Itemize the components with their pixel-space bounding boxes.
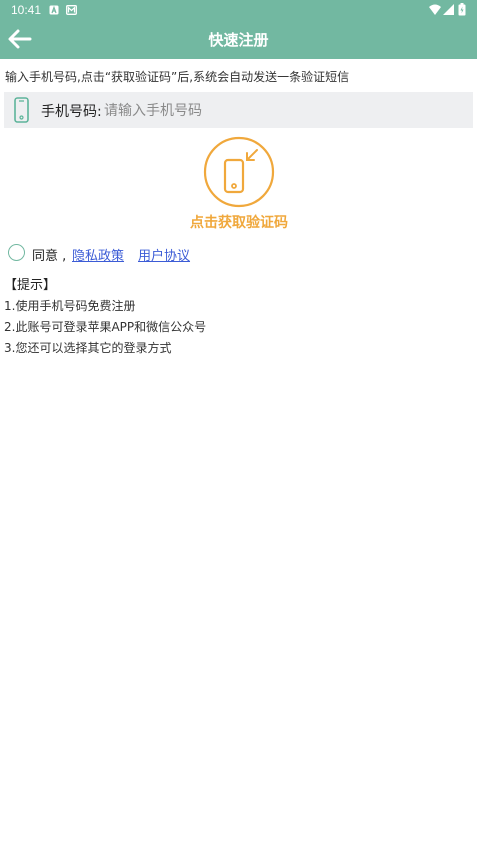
wifi-icon xyxy=(429,4,441,15)
page-title: 快速注册 xyxy=(208,31,269,49)
user-agreement-link[interactable]: 用户协议 xyxy=(138,245,190,264)
tips-section: 【提示】 1.使用手机号码免费注册 2.此账号可登录苹果APP和微信公众号 3.… xyxy=(4,274,206,362)
phone-icon xyxy=(14,97,29,123)
tip-item: 2.此账号可登录苹果APP和微信公众号 xyxy=(4,320,207,334)
get-verification-code-button[interactable]: 点击获取验证码 xyxy=(185,136,293,232)
status-time: 10:41 xyxy=(11,3,42,17)
agree-text: 同意 , xyxy=(32,249,67,264)
phone-input-row: 手机号码: xyxy=(4,92,473,128)
signal-icon xyxy=(443,4,454,15)
status-bar: 10:41 xyxy=(0,0,477,20)
battery-icon xyxy=(458,3,466,16)
agree-checkbox[interactable] xyxy=(8,244,25,261)
phone-number-input[interactable] xyxy=(104,97,464,123)
notification-a-icon xyxy=(49,5,59,15)
tip-item: 3.您还可以选择其它的登录方式 xyxy=(4,341,172,355)
phone-sms-icon xyxy=(203,136,275,208)
tip-item: 1.使用手机号码免费注册 xyxy=(4,299,136,313)
phone-label: 手机号码: xyxy=(41,104,102,120)
privacy-policy-link[interactable]: 隐私政策 xyxy=(72,245,124,264)
agreement-row: 同意 , 隐私政策 用户协议 xyxy=(8,243,308,264)
tips-title: 【提示】 xyxy=(4,278,57,293)
notification-mail-icon xyxy=(66,5,77,15)
get-code-label: 点击获取验证码 xyxy=(190,215,288,231)
app-header: 10:41 快速注册 xyxy=(0,0,477,59)
instruction-text: 输入手机号码,点击“获取验证码”后,系统会自动发送一条验证短信 xyxy=(5,70,350,84)
